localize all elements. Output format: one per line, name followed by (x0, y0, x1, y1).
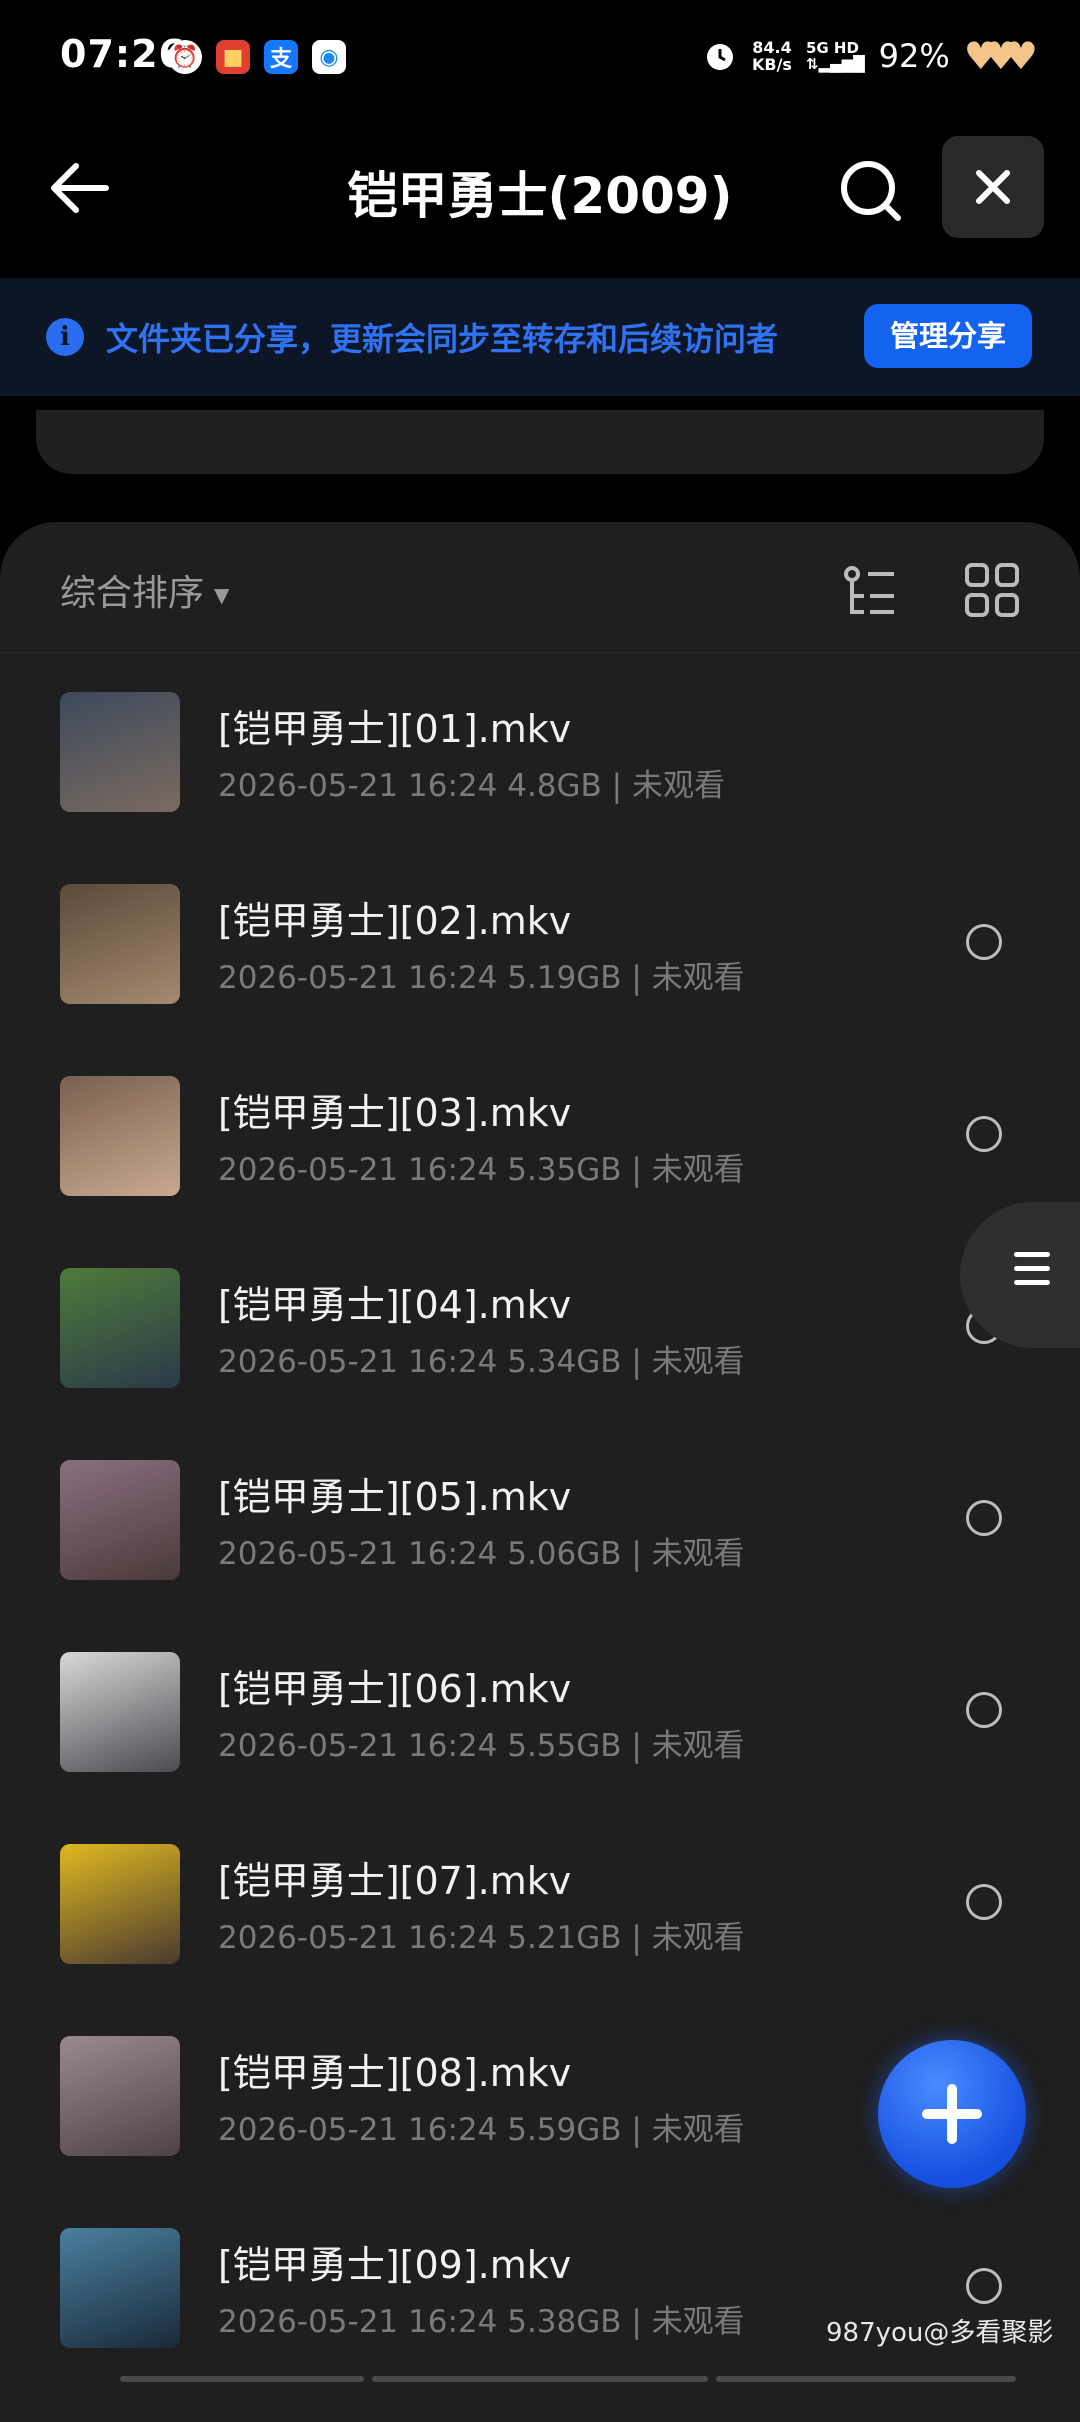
file-meta: 2026-05-21 16:24 5.21GB | 未观看 (218, 1920, 745, 1956)
video-thumbnail (60, 2228, 180, 2348)
video-thumbnail (60, 692, 180, 812)
page-title: 铠甲勇士(2009) (347, 167, 733, 225)
file-row[interactable]: [铠甲勇士][07].mkv 2026-05-21 16:24 5.21GB |… (0, 1834, 1080, 2026)
search-icon[interactable] (836, 156, 906, 226)
status-right: 84.4 KB/s 5G HD ⇅▂▄▆█ 92% ♥♥♥ (702, 34, 1038, 78)
menu-line (1014, 1252, 1050, 1257)
sort-label: 综合排序 (60, 573, 205, 614)
watermark: 987you@多看聚影 (826, 2318, 1054, 2348)
file-name: [铠甲勇士][08].mkv (218, 2051, 572, 2095)
file-meta: 2026-05-21 16:24 5.38GB | 未观看 (218, 2304, 745, 2340)
file-row[interactable]: [铠甲勇士][02].mkv 2026-05-21 16:24 5.19GB |… (0, 874, 1080, 1066)
info-icon: i (46, 318, 84, 356)
file-meta: 2026-05-21 16:24 5.35GB | 未观看 (218, 1152, 745, 1188)
select-radio[interactable] (966, 2268, 1002, 2304)
share-banner: i 文件夹已分享，更新会同步至转存和后续访问者 管理分享 (0, 278, 1080, 396)
file-name: [铠甲勇士][06].mkv (218, 1667, 572, 1711)
grid-view-icon[interactable] (964, 562, 1020, 618)
header: 铠甲勇士(2009) (0, 130, 1080, 250)
battery-level: 92% (878, 37, 950, 75)
alarm-icon (706, 44, 733, 70)
signal-bars-icon: ⇅▂▄▆█ (805, 55, 865, 73)
alarm-clock-icon: ⏰ (168, 40, 202, 74)
select-radio[interactable] (966, 1116, 1002, 1152)
net-speed-value: 84.4 (752, 38, 792, 57)
file-name: [铠甲勇士][05].mkv (218, 1475, 572, 1519)
add-button[interactable] (878, 2040, 1026, 2188)
file-row[interactable]: [铠甲勇士][01].mkv 2026-05-21 16:24 4.8GB | … (0, 682, 1080, 874)
app-notification-icon: ■ (216, 40, 250, 74)
bottom-scroll-indicator (0, 2376, 1080, 2384)
file-name: [铠甲勇士][02].mkv (218, 899, 572, 943)
video-thumbnail (60, 1460, 180, 1580)
signal-label: 5G HD (805, 39, 859, 57)
divider (0, 652, 1080, 653)
manage-share-button[interactable]: 管理分享 (864, 304, 1032, 368)
hearts-icon: ♥♥♥ (963, 34, 1038, 78)
video-thumbnail (60, 884, 180, 1004)
file-meta: 2026-05-21 16:24 5.34GB | 未观看 (218, 1344, 745, 1380)
file-meta: 2026-05-21 16:24 5.19GB | 未观看 (218, 960, 745, 996)
menu-line (1014, 1266, 1050, 1271)
file-name: [铠甲勇士][04].mkv (218, 1283, 572, 1327)
plus-icon-vertical (947, 2084, 957, 2144)
app-icon: ◉ (312, 40, 346, 74)
select-radio[interactable] (966, 1500, 1002, 1536)
file-row[interactable]: [铠甲勇士][03].mkv 2026-05-21 16:24 5.35GB |… (0, 1066, 1080, 1258)
close-button[interactable] (942, 136, 1044, 238)
signal-icon: 5G HD ⇅▂▄▆█ (806, 40, 865, 72)
video-thumbnail (60, 2036, 180, 2156)
video-thumbnail (60, 1844, 180, 1964)
notification-icons: ⏰ ■ 支 ◉ (168, 40, 346, 74)
file-name: [铠甲勇士][03].mkv (218, 1091, 572, 1135)
sort-dropdown[interactable]: 综合排序 ▼ (60, 564, 229, 616)
net-speed: 84.4 KB/s (752, 39, 792, 73)
file-meta: 2026-05-21 16:24 4.8GB | 未观看 (218, 768, 725, 804)
caret-down-icon: ▼ (214, 583, 230, 607)
select-radio[interactable] (966, 924, 1002, 960)
select-radio[interactable] (966, 1884, 1002, 1920)
file-meta: 2026-05-21 16:24 5.55GB | 未观看 (218, 1728, 745, 1764)
file-row[interactable]: [铠甲勇士][04].mkv 2026-05-21 16:24 5.34GB |… (0, 1258, 1080, 1450)
video-thumbnail (60, 1652, 180, 1772)
alipay-icon: 支 (264, 40, 298, 74)
file-meta: 2026-05-21 16:24 5.06GB | 未观看 (218, 1536, 745, 1572)
file-row[interactable]: [铠甲勇士][06].mkv 2026-05-21 16:24 5.55GB |… (0, 1642, 1080, 1834)
video-thumbnail (60, 1268, 180, 1388)
net-speed-unit: KB/s (751, 55, 792, 74)
menu-line (1014, 1280, 1050, 1285)
tree-view-icon[interactable] (838, 562, 902, 626)
folder-info-card (36, 410, 1044, 474)
status-bar: 07:26 ⏰ ■ 支 ◉ 84.4 KB/s 5G HD ⇅▂▄▆█ 92% … (0, 0, 1080, 120)
select-radio[interactable] (966, 1692, 1002, 1728)
file-meta: 2026-05-21 16:24 5.59GB | 未观看 (218, 2112, 745, 2148)
video-thumbnail (60, 1076, 180, 1196)
file-row[interactable]: [铠甲勇士][05].mkv 2026-05-21 16:24 5.06GB |… (0, 1450, 1080, 1642)
file-name: [铠甲勇士][01].mkv (218, 707, 572, 751)
file-name: [铠甲勇士][07].mkv (218, 1859, 572, 1903)
file-name: [铠甲勇士][09].mkv (218, 2243, 572, 2287)
share-notice: 文件夹已分享，更新会同步至转存和后续访问者 (106, 320, 779, 358)
close-icon (976, 170, 1010, 204)
